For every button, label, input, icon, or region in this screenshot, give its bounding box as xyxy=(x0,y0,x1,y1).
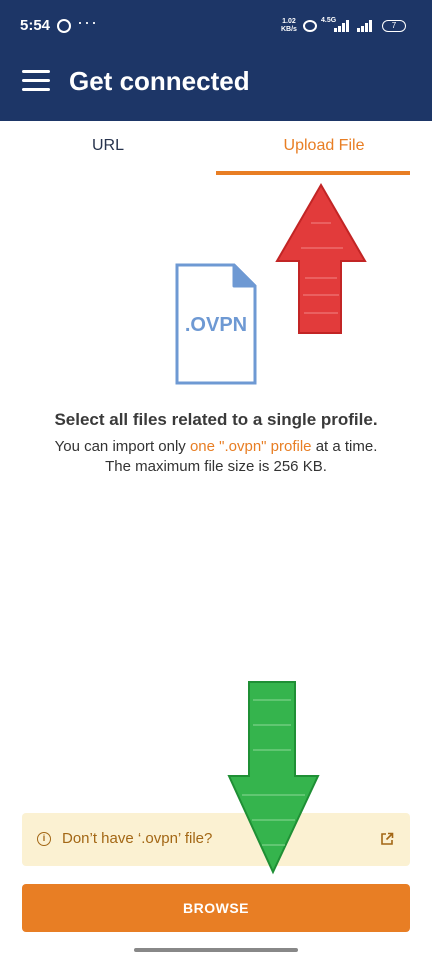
instructions-line-1: You can import only one ".ovpn" profile … xyxy=(0,437,432,457)
network-speed-unit: KB/s xyxy=(281,26,297,33)
instructions-heading: Select all files related to a single pro… xyxy=(54,410,378,429)
status-bar: 5:54 ··· 1.02 KB/s 4.5G 7 xyxy=(0,0,432,50)
page-title: Get connected xyxy=(69,66,250,96)
signal-strength-icon xyxy=(357,20,374,32)
ovpn-file-icon: .OVPN xyxy=(175,263,257,385)
network-speed: 1.02 KB/s xyxy=(281,18,297,34)
instructions-line-1-suffix: at a time. xyxy=(311,438,378,455)
instructions-line-1-prefix: You can import only xyxy=(54,438,190,455)
upload-instructions: Select all files related to a single pro… xyxy=(0,410,432,477)
no-ovpn-file-notice[interactable]: i Don’t have ‘.ovpn’ file? xyxy=(22,813,410,866)
annotation-arrow-up-icon xyxy=(275,183,367,334)
info-icon: i xyxy=(37,832,51,846)
battery-icon: 7 xyxy=(382,20,406,32)
external-link-icon[interactable] xyxy=(380,832,394,846)
browse-button[interactable]: BROWSE xyxy=(22,884,410,932)
notice-text: Don’t have ‘.ovpn’ file? xyxy=(62,830,213,847)
whatsapp-icon xyxy=(57,19,71,33)
tab-selected-indicator xyxy=(216,171,410,175)
hotspot-icon xyxy=(303,20,317,32)
status-time: 5:54 xyxy=(20,17,51,34)
file-icon-label: .OVPN xyxy=(184,314,248,336)
app-bar: Get connected xyxy=(0,50,432,121)
tab-upload-file[interactable]: Upload File xyxy=(216,121,432,177)
ovpn-profile-link[interactable]: one ".ovpn" profile xyxy=(190,438,312,455)
more-notifications-icon: ··· xyxy=(77,12,98,32)
network-speed-value: 1.02 xyxy=(282,18,296,25)
home-indicator[interactable] xyxy=(134,948,298,952)
signal-strength-icon xyxy=(334,20,351,32)
annotation-arrow-down-icon xyxy=(227,681,320,875)
hamburger-menu-icon[interactable] xyxy=(22,70,50,92)
tab-bar: URL Upload File xyxy=(0,121,432,177)
instructions-line-2: The maximum file size is 256 KB. xyxy=(105,458,327,475)
tab-url[interactable]: URL xyxy=(0,121,216,177)
